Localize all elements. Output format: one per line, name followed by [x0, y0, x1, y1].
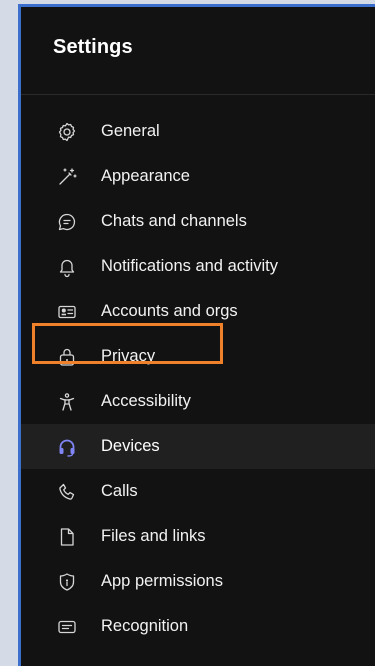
shield-icon [56, 571, 78, 593]
nav-item-label: Accessibility [101, 392, 191, 410]
nav-item-chats-and-channels[interactable]: Chats and channels [21, 199, 375, 244]
headset-icon [56, 436, 78, 458]
nav-item-label: Appearance [101, 167, 190, 185]
settings-nav: General Appearance Chats and channels No… [21, 109, 375, 649]
nav-item-accounts-and-orgs[interactable]: Accounts and orgs [21, 289, 375, 334]
nav-item-label: Chats and channels [101, 212, 247, 230]
chat-icon [56, 211, 78, 233]
nav-item-general[interactable]: General [21, 109, 375, 154]
nav-item-label: Recognition [101, 617, 189, 635]
file-icon [56, 526, 78, 548]
lock-icon [56, 346, 78, 368]
nav-item-appearance[interactable]: Appearance [21, 154, 375, 199]
nav-item-label: Accounts and orgs [101, 302, 238, 320]
nav-item-label: Privacy [101, 347, 156, 365]
nav-item-app-permissions[interactable]: App permissions [21, 559, 375, 604]
nav-item-label: Files and links [101, 527, 206, 545]
settings-panel: Settings General Appearance Chats and ch… [21, 7, 375, 666]
nav-item-label: Devices [101, 437, 160, 455]
caption-icon [56, 616, 78, 638]
bell-icon [56, 256, 78, 278]
nav-item-files-and-links[interactable]: Files and links [21, 514, 375, 559]
nav-item-devices[interactable]: Devices [21, 424, 375, 469]
nav-item-recognition[interactable]: Recognition [21, 604, 375, 649]
settings-window: Settings General Appearance Chats and ch… [18, 4, 375, 666]
nav-item-label: General [101, 122, 160, 140]
nav-item-label: App permissions [101, 572, 223, 590]
id-card-icon [56, 301, 78, 323]
header-divider [21, 94, 375, 95]
nav-item-privacy[interactable]: Privacy [21, 334, 375, 379]
nav-item-label: Calls [101, 482, 138, 500]
nav-item-label: Notifications and activity [101, 257, 278, 275]
nav-item-notifications-and-activity[interactable]: Notifications and activity [21, 244, 375, 289]
nav-item-calls[interactable]: Calls [21, 469, 375, 514]
page-title: Settings [53, 36, 133, 58]
gear-icon [56, 121, 78, 143]
nav-item-accessibility[interactable]: Accessibility [21, 379, 375, 424]
accessibility-icon [56, 391, 78, 413]
phone-icon [56, 481, 78, 503]
magic-wand-icon [56, 166, 78, 188]
